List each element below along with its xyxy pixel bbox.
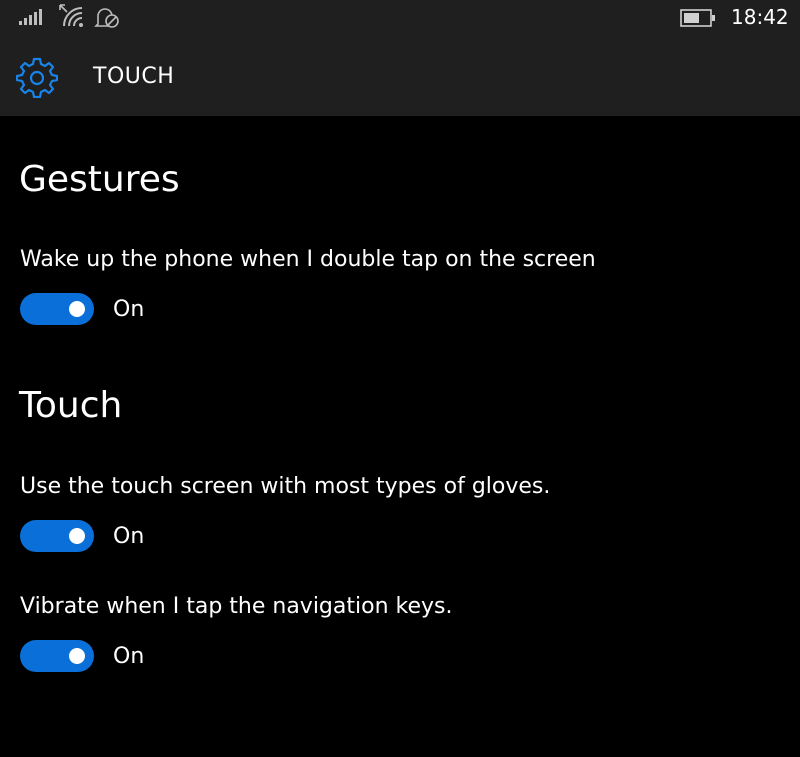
page-title: TOUCH xyxy=(93,64,175,89)
toggle-knob xyxy=(69,301,85,317)
setting-label-double-tap-wake: Wake up the phone when I double tap on t… xyxy=(20,247,596,272)
status-bar: 18:42 xyxy=(0,0,800,36)
setting-label-glove-mode: Use the touch screen with most types of … xyxy=(20,474,551,499)
toggle-double-tap-wake[interactable] xyxy=(20,293,94,325)
toggle-state-glove-mode: On xyxy=(113,524,145,549)
gear-icon xyxy=(16,57,58,98)
toggle-glove-mode[interactable] xyxy=(20,520,94,552)
section-heading-gestures: Gestures xyxy=(19,159,180,200)
clock: 18:42 xyxy=(731,5,789,29)
title-bar: TOUCH xyxy=(0,36,800,116)
quiet-hours-icon xyxy=(94,8,119,28)
toggle-knob xyxy=(69,648,85,664)
setting-label-vibrate-nav-keys: Vibrate when I tap the navigation keys. xyxy=(20,594,453,619)
wifi-icon xyxy=(59,4,83,27)
toggle-knob xyxy=(69,528,85,544)
battery-icon xyxy=(680,9,715,27)
toggle-state-double-tap-wake: On xyxy=(113,297,145,322)
settings-content: Gestures Wake up the phone when I double… xyxy=(0,116,800,757)
toggle-vibrate-nav-keys[interactable] xyxy=(20,640,94,672)
section-heading-touch: Touch xyxy=(19,385,123,426)
toggle-state-vibrate-nav-keys: On xyxy=(113,644,145,669)
signal-bars-icon xyxy=(19,9,42,25)
